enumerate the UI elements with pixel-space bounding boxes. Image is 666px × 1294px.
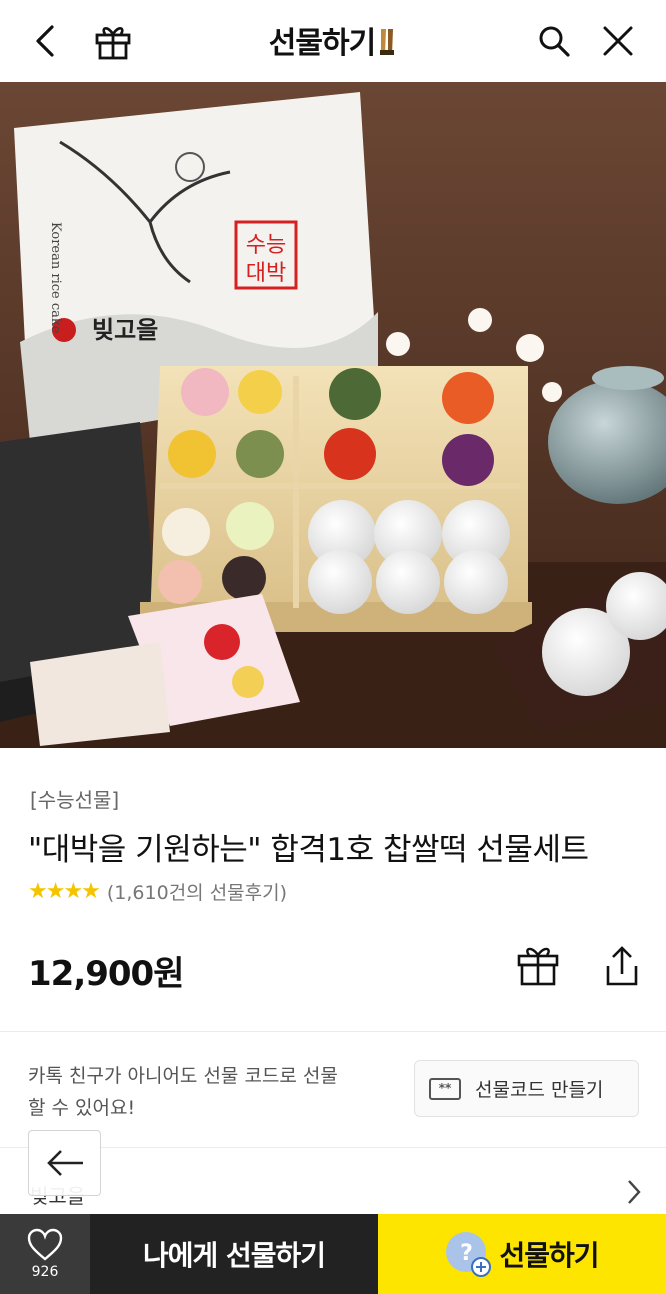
close-button[interactable] (597, 20, 639, 62)
review-count: (1,610건의 선물후기) (106, 882, 288, 904)
chevron-right-icon (628, 1180, 641, 1204)
brush-decoration-icon (380, 29, 395, 55)
product-category[interactable]: [수능선물] (30, 784, 119, 813)
product-name: "대박을 기원하는" 합격1호 찹쌀떡 선물세트 (28, 832, 589, 868)
make-giftcode-button[interactable]: ** 선물코드 만들기 (414, 1060, 639, 1117)
like-button[interactable]: 926 (0, 1214, 90, 1294)
send-gift-button[interactable]: ? 선물하기 (378, 1214, 666, 1294)
giftcode-icon: ** (429, 1077, 461, 1100)
giftcode-description: 카톡 친구가 아니어도 선물 코드로 선물 할 수 있어요! (28, 1065, 338, 1119)
friend-gift-icon-text: ? (461, 1241, 473, 1266)
product-price: 12,900원 (28, 954, 184, 994)
arrow-left-icon (46, 1150, 83, 1176)
gift-wishlist-button[interactable] (516, 944, 560, 988)
close-icon (603, 26, 633, 56)
share-button[interactable] (598, 944, 642, 988)
top-header: 선물하기 (0, 0, 666, 82)
rating-stars: ★★★★ (28, 879, 101, 904)
send-gift-label: 선물하기 (499, 1239, 599, 1272)
friend-gift-icon: ? (445, 1231, 492, 1277)
heart-icon (27, 1228, 63, 1261)
box-side-text: Korean rice cake (48, 222, 63, 334)
box-stamp-top: 수능 (246, 233, 286, 258)
share-icon (606, 946, 638, 986)
box-stamp-bottom: 대박 (246, 261, 286, 286)
box-brand-text: 빚고을 (92, 316, 158, 344)
bottom-action-bar: 926 나에게 선물하기 ? 선물하기 (0, 1214, 666, 1294)
like-count: 926 (31, 1264, 59, 1280)
section-divider (0, 1031, 666, 1032)
product-image[interactable]: 수능 대박 빚고을 Korean rice cake (0, 82, 666, 748)
search-icon (539, 26, 570, 57)
giftcode-button-label: 선물코드 만들기 (475, 1079, 604, 1101)
rating-row[interactable]: ★★★★ (1,610건의 선물후기) (28, 878, 287, 905)
gift-box-icon (517, 947, 559, 986)
gift-to-self-button[interactable]: 나에게 선물하기 (90, 1214, 378, 1294)
search-button[interactable] (533, 20, 575, 62)
product-photo-illustration: 수능 대박 빚고을 Korean rice cake (0, 82, 666, 748)
floating-back-button[interactable] (28, 1130, 101, 1196)
